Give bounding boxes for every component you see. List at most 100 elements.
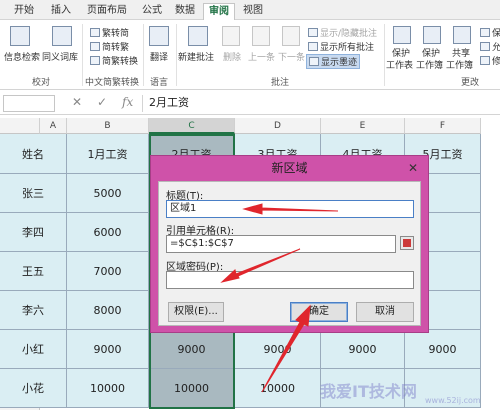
show-all-comments-button[interactable]: 显示所有批注	[308, 40, 374, 53]
tab-view[interactable]: 视图	[238, 3, 268, 20]
dialog-close-icon[interactable]: ✕	[408, 161, 418, 175]
tab-formulas[interactable]: 公式	[137, 3, 167, 20]
title-input[interactable]: 区域1	[166, 200, 414, 218]
table-cell[interactable]: 9000	[321, 330, 405, 369]
table-cell[interactable]: 李六	[0, 291, 67, 330]
track-changes-button[interactable]: 修	[480, 54, 500, 67]
table-cell[interactable]: 9000	[405, 330, 481, 369]
tab-review[interactable]: 审阅	[203, 3, 235, 20]
new-comment-icon	[188, 26, 208, 46]
share-workbook-icon	[453, 26, 471, 44]
table-cell[interactable]: 9000	[67, 330, 149, 369]
group-chinese-label: 中文简繁转换	[84, 78, 139, 88]
to-simplified-button[interactable]: 繁转简	[90, 26, 129, 39]
protect-workbook-icon	[423, 26, 441, 44]
comment-icon	[308, 42, 318, 51]
select-all-corner[interactable]	[0, 118, 40, 134]
password-input[interactable]	[166, 271, 414, 289]
protect-share-icon	[480, 28, 490, 37]
show-hide-comment-label: 显示/隐藏批注	[320, 29, 378, 39]
ribbon-separator	[384, 24, 385, 86]
protect-sheet-button-line2[interactable]: 工作表	[386, 58, 413, 71]
to-traditional-button[interactable]: 简转繁	[90, 40, 129, 53]
table-cell[interactable]: 小花	[0, 369, 67, 408]
table-cell[interactable]: 小红	[0, 330, 67, 369]
research-button[interactable]: 信息检索	[4, 50, 40, 63]
table-cell[interactable]: 10000	[235, 369, 321, 408]
track-changes-icon	[480, 56, 490, 65]
reference-input[interactable]: =$C$1:$C$7	[166, 235, 396, 253]
protect-workbook-button-line2[interactable]: 工作簿	[416, 58, 443, 71]
watermark-text: 我爱IT技术网	[320, 382, 417, 401]
show-all-comments-label: 显示所有批注	[320, 43, 375, 53]
new-comment-button[interactable]: 新建批注	[178, 50, 214, 63]
protect-share-button[interactable]: 保	[480, 26, 500, 39]
protect-share-label: 保	[492, 29, 500, 39]
group-proofing-label: 校对	[31, 78, 50, 88]
watermark-url: www.52ij.com	[425, 396, 481, 405]
share-workbook-button-line2[interactable]: 工作簿	[446, 58, 473, 71]
ink-icon	[309, 57, 319, 66]
show-ink-button[interactable]: 显示墨迹	[306, 54, 361, 69]
allow-edit-label: 允	[492, 43, 500, 53]
delete-comment-icon	[222, 26, 240, 46]
enter-icon[interactable]: ✓	[97, 95, 107, 109]
table-cell[interactable]: 6000	[67, 213, 149, 252]
column-header-c[interactable]: C	[149, 118, 235, 134]
tab-insert[interactable]: 插入	[45, 3, 77, 20]
column-header-d[interactable]: D	[235, 118, 321, 134]
thesaurus-icon	[52, 26, 72, 46]
permissions-button[interactable]: 权限(E)...	[168, 302, 224, 322]
header-cell[interactable]: 姓名	[0, 134, 67, 174]
protect-sheet-icon	[393, 26, 411, 44]
table-cell[interactable]: 8000	[67, 291, 149, 330]
convert-icon	[90, 28, 100, 37]
table-cell[interactable]: 9000	[235, 330, 321, 369]
insert-function-icon[interactable]: fx	[122, 95, 133, 109]
ribbon: 信息检索 同义词库 校对 繁转简 简转繁 简繁转换 中文简繁转换 翻译 语言 新…	[0, 20, 500, 90]
next-comment-button[interactable]: 下一条	[278, 50, 305, 63]
ribbon-tabs: 开始 插入 页面布局 公式 数据 审阅 视图	[0, 0, 500, 20]
collapse-dialog-icon[interactable]	[400, 236, 414, 250]
column-header-f[interactable]: F	[405, 118, 481, 134]
group-comments-label: 批注	[270, 78, 289, 88]
column-header-b[interactable]: B	[67, 118, 149, 134]
table-cell[interactable]: 张三	[0, 174, 67, 213]
delete-comment-button[interactable]: 删除	[223, 50, 241, 63]
allow-edit-icon	[480, 42, 490, 51]
convert-button[interactable]: 简繁转换	[90, 54, 138, 67]
table-cell[interactable]: 李四	[0, 213, 67, 252]
formula-input[interactable]: 2月工资	[142, 95, 500, 112]
header-cell[interactable]: 1月工资	[67, 134, 149, 174]
show-ink-label: 显示墨迹	[321, 58, 358, 68]
show-hide-comment-button[interactable]: 显示/隐藏批注	[308, 26, 377, 39]
column-header-e[interactable]: E	[321, 118, 405, 134]
table-cell[interactable]: 7000	[67, 252, 149, 291]
name-box[interactable]	[3, 95, 55, 112]
table-cell[interactable]: 9000	[149, 330, 235, 369]
table-cell[interactable]: 10000	[149, 369, 235, 408]
track-changes-label: 修	[492, 57, 500, 67]
cancel-icon[interactable]: ✕	[72, 95, 82, 109]
thesaurus-button[interactable]: 同义词库	[42, 50, 78, 63]
table-cell[interactable]: 10000	[67, 369, 149, 408]
ok-button[interactable]: 确定	[290, 302, 348, 322]
research-icon	[10, 26, 30, 46]
previous-comment-button[interactable]: 上一条	[248, 50, 275, 63]
column-header-a[interactable]: A	[40, 118, 67, 134]
allow-edit-button[interactable]: 允	[480, 40, 500, 53]
comment-icon	[308, 28, 318, 37]
group-language-label: 语言	[149, 78, 168, 88]
tab-home[interactable]: 开始	[6, 3, 42, 20]
previous-comment-icon	[252, 26, 270, 46]
table-cell[interactable]: 王五	[0, 252, 67, 291]
cancel-button[interactable]: 取消	[356, 302, 414, 322]
tab-data[interactable]: 数据	[170, 3, 200, 20]
tab-page-layout[interactable]: 页面布局	[80, 3, 134, 20]
group-changes-label: 更改	[460, 78, 479, 88]
translate-button[interactable]: 翻译	[150, 50, 168, 63]
convert-icon	[90, 56, 100, 65]
table-cell[interactable]: 5000	[67, 174, 149, 213]
next-comment-icon	[282, 26, 300, 46]
formula-bar: ✕ ✓ fx 2月工资	[0, 91, 500, 115]
